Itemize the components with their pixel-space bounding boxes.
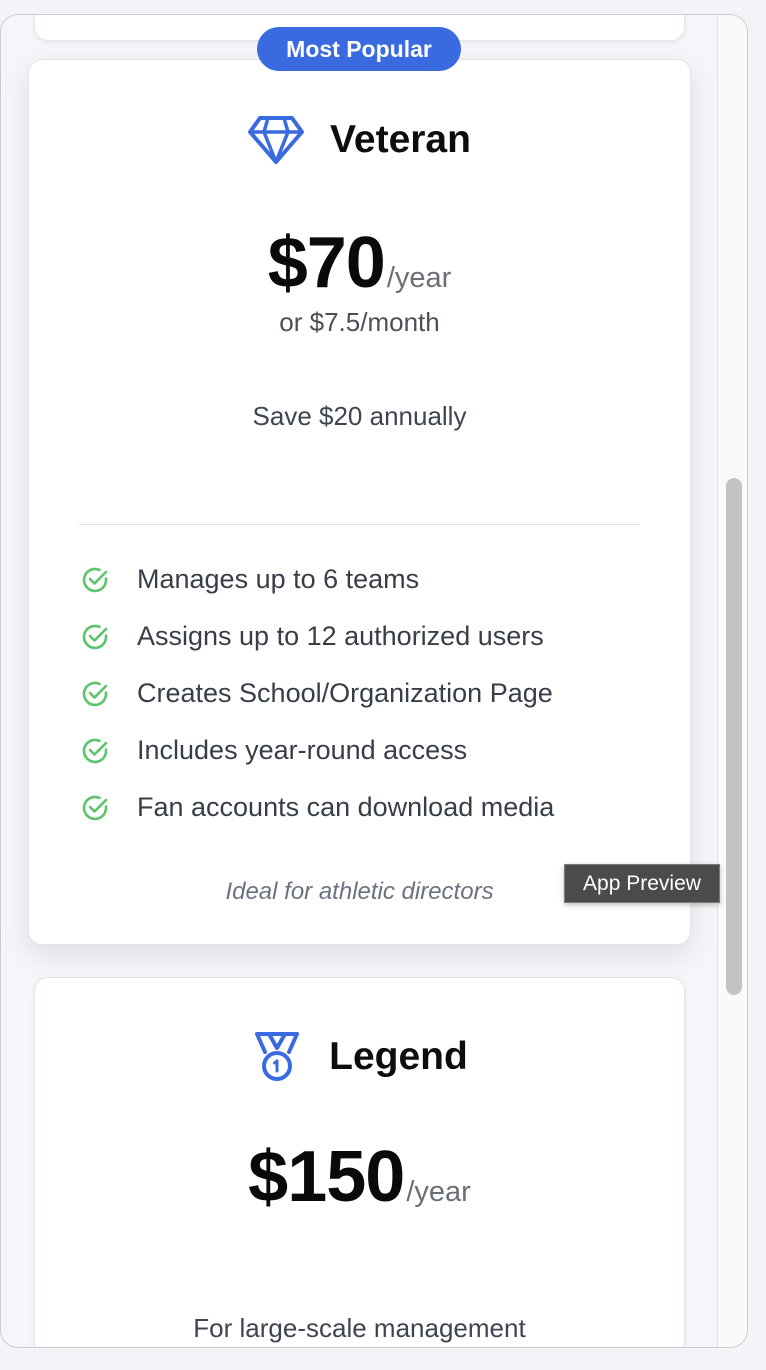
price-row: $150 /year — [35, 1136, 684, 1218]
plan-card-veteran[interactable]: Veteran $70 /year or $7.5/month Save $20… — [28, 59, 691, 945]
check-circle-icon — [82, 681, 108, 706]
plan-header: Legend — [35, 1030, 684, 1084]
scrollbar[interactable] — [717, 15, 747, 1347]
price-period: /year — [386, 262, 452, 294]
feature-text: Fan accounts can download media — [137, 792, 555, 822]
scrollbar-thumb[interactable] — [726, 478, 742, 995]
feature-text: Creates School/Organization Page — [137, 678, 553, 708]
plan-header: Veteran — [29, 114, 690, 166]
savings-text: Save $20 annually — [252, 401, 467, 431]
feature-list: Manages up to 6 teams Assigns up to 12 a… — [79, 551, 554, 836]
app-preview-tooltip: App Preview — [564, 864, 720, 903]
check-circle-icon — [82, 567, 108, 592]
list-item: Assigns up to 12 authorized users — [79, 608, 554, 665]
list-item: Manages up to 6 teams — [79, 551, 554, 608]
list-item: Creates School/Organization Page — [79, 665, 554, 722]
diamond-icon — [248, 116, 305, 164]
medal-icon — [255, 1032, 300, 1081]
price-amount: $150 — [248, 1137, 405, 1217]
plan-card-legend[interactable]: Legend $150 /year For large-scale manage… — [34, 977, 685, 1347]
price-amount: $70 — [267, 223, 386, 303]
list-item: Includes year-round access — [79, 722, 554, 779]
tagline-text: For large-scale management — [193, 1313, 526, 1343]
divider — [79, 524, 640, 525]
list-item: Fan accounts can download media — [79, 779, 554, 836]
check-circle-icon — [82, 795, 108, 820]
price-row: $70 /year — [29, 222, 690, 304]
price-period: /year — [406, 1176, 471, 1208]
most-popular-badge: Most Popular — [257, 27, 461, 71]
feature-text: Includes year-round access — [137, 735, 468, 765]
monthly-price: or $7.5/month — [279, 307, 440, 337]
app-window: Veteran $70 /year or $7.5/month Save $20… — [0, 14, 748, 1348]
plan-name: Veteran — [330, 118, 471, 161]
feature-text: Manages up to 6 teams — [137, 564, 420, 594]
check-circle-icon — [82, 738, 108, 763]
check-circle-icon — [82, 624, 108, 649]
feature-text: Assigns up to 12 authorized users — [137, 621, 544, 651]
plan-name: Legend — [329, 1035, 468, 1078]
